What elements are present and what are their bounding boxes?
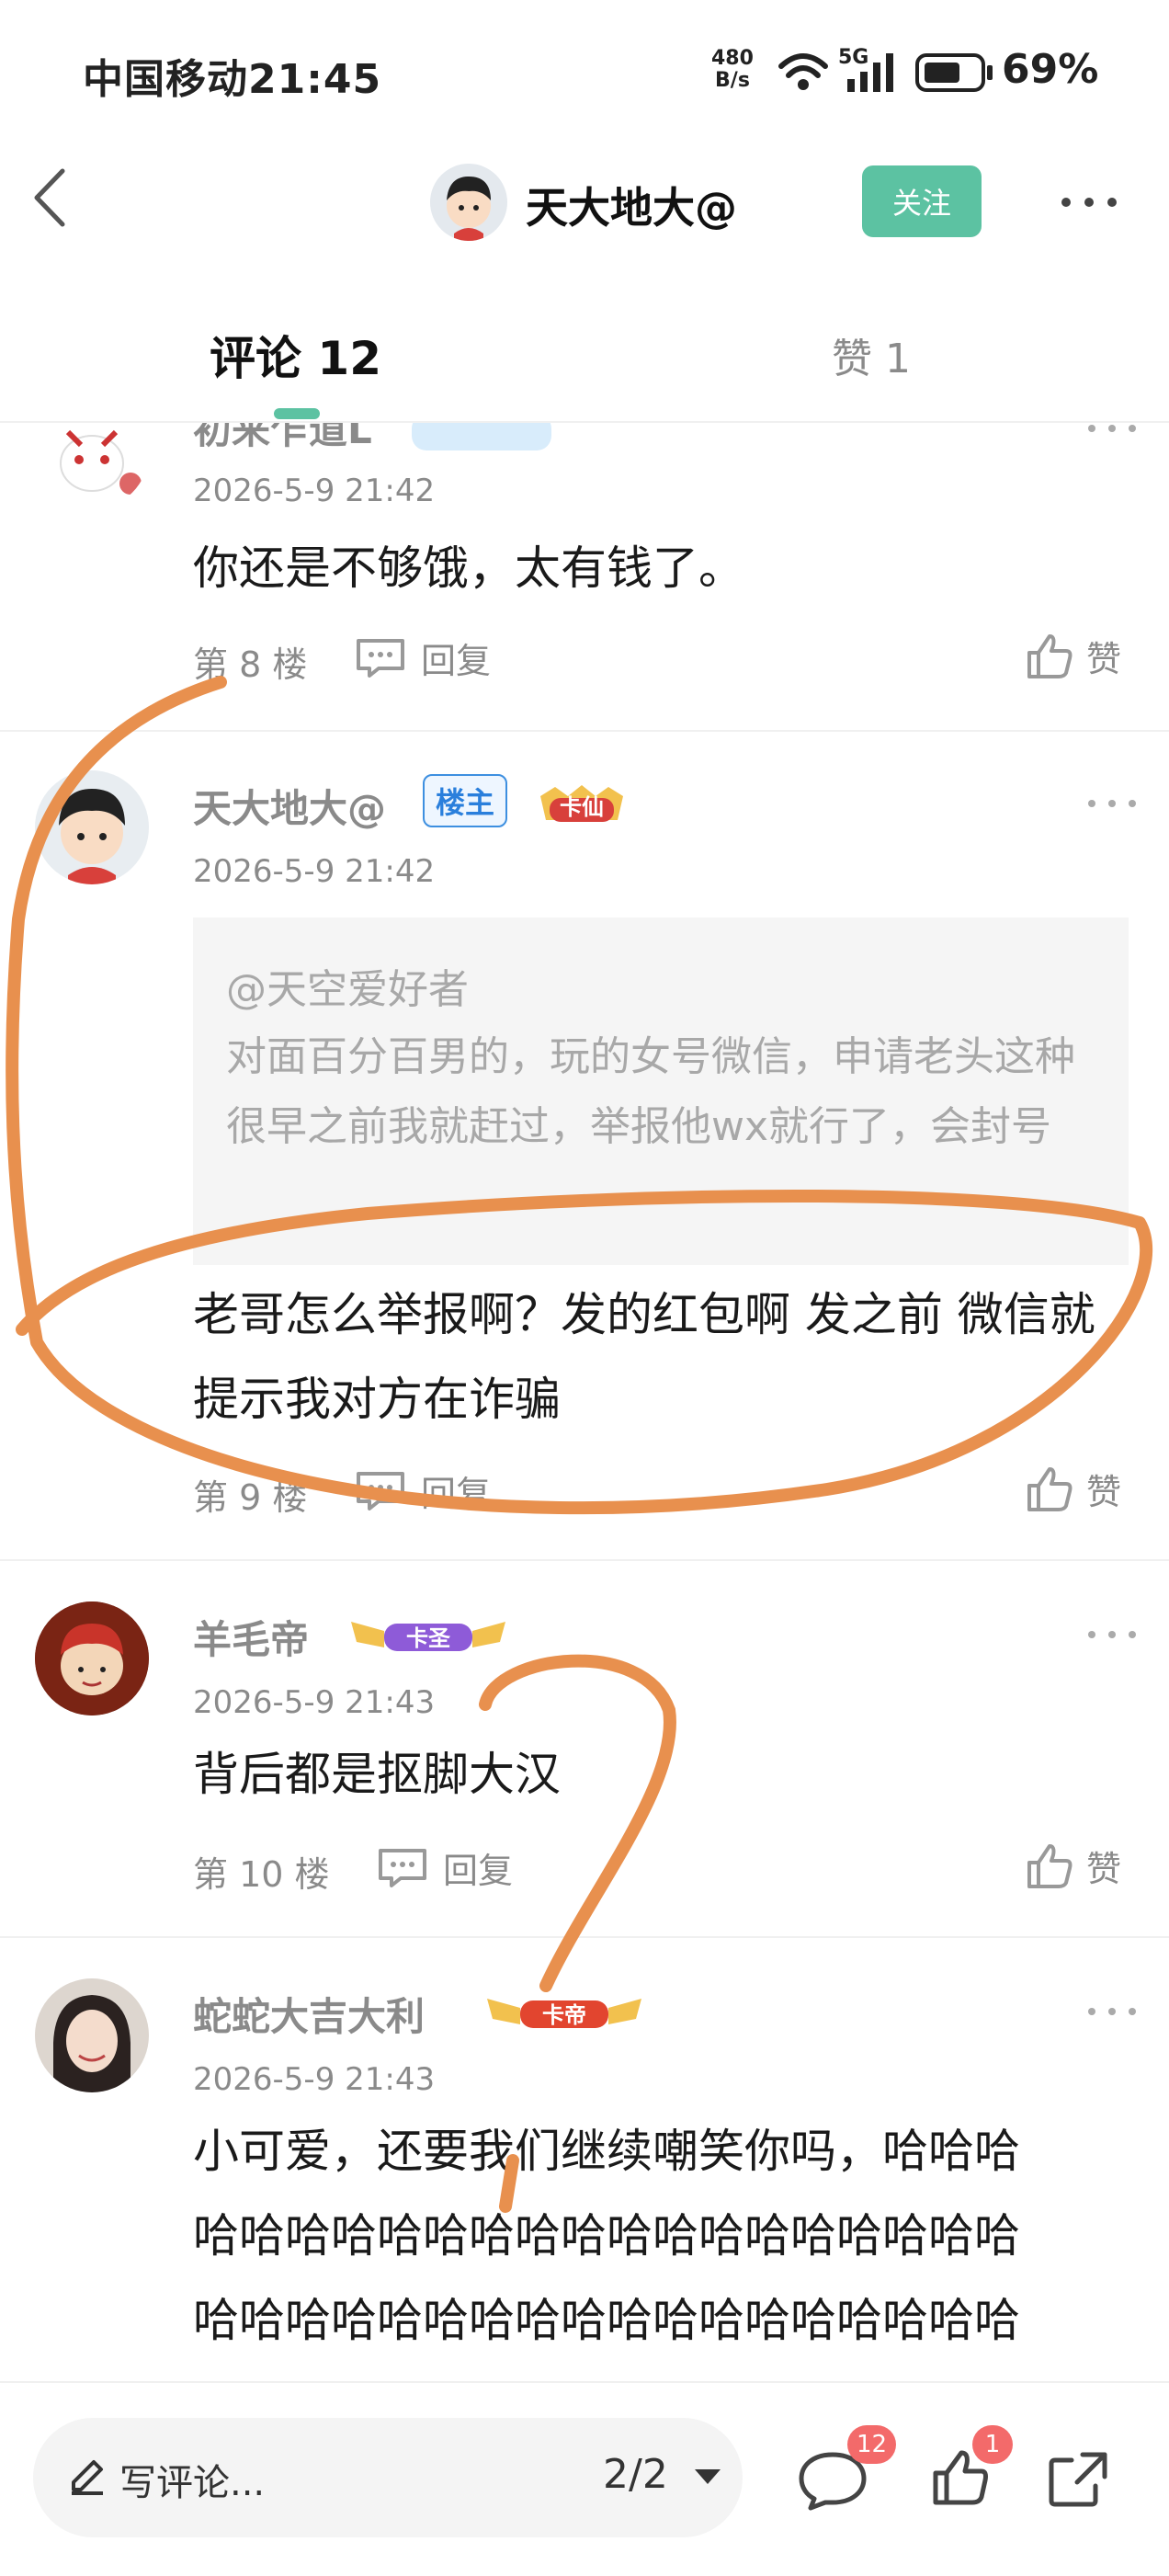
battery-percent: 69% bbox=[1002, 46, 1099, 93]
follow-button[interactable]: 关注 bbox=[862, 165, 982, 237]
share-icon[interactable] bbox=[1046, 2449, 1110, 2510]
signal-icon bbox=[847, 53, 893, 92]
like-button[interactable]: 赞 bbox=[1026, 631, 1121, 681]
reply-label: 回复 bbox=[443, 1851, 514, 1891]
back-arrow-icon[interactable] bbox=[28, 165, 74, 230]
commenter-avatar[interactable] bbox=[35, 1601, 149, 1715]
commenter-avatar[interactable] bbox=[35, 1978, 149, 2092]
cartoon-character-avatar-icon bbox=[60, 429, 142, 495]
commenter-avatar[interactable] bbox=[35, 770, 149, 884]
thumbs-up-icon bbox=[1027, 1466, 1073, 1511]
like-button[interactable]: 赞 bbox=[1026, 1464, 1121, 1514]
comment-more-icon[interactable] bbox=[1084, 423, 1140, 438]
comment-text-line: 哈哈哈哈哈哈哈哈哈哈哈哈哈哈哈哈哈哈 bbox=[193, 2294, 1020, 2347]
more-options-icon[interactable] bbox=[1057, 184, 1121, 221]
thumbs-up-icon bbox=[1027, 1843, 1073, 1888]
commenter-name[interactable]: 蛇蛇大吉大利 bbox=[193, 1986, 425, 2042]
comment-more-icon[interactable] bbox=[1084, 794, 1140, 813]
woman-photo-avatar-icon bbox=[35, 1978, 149, 2092]
comment-text: 老哥怎么举报啊？发的红包啊 发之前 微信就提示我对方在诈骗 bbox=[193, 1288, 1095, 1426]
cartoon-avatar-icon bbox=[430, 164, 507, 241]
comment-divider bbox=[0, 1936, 1169, 1938]
quoted-text: 对面百分百男的，玩的女号微信，申请老头这种很早之前我就赶过，举报他wx就行了，会… bbox=[226, 1033, 1075, 1150]
tab-likes[interactable]: 赞 1 bbox=[832, 325, 911, 384]
comment-text-line: 小可爱，还要我们继续嘲笑你吗，哈哈哈 bbox=[193, 2125, 1020, 2178]
reply-icon bbox=[379, 1848, 426, 1887]
comment-more-icon[interactable] bbox=[1084, 2002, 1140, 2021]
author-name[interactable]: 天大地大@ bbox=[526, 175, 737, 235]
commenter-name[interactable]: 羊毛帝 bbox=[193, 1609, 309, 1665]
comment-time: 2026-5-9 21:43 bbox=[193, 2061, 436, 2098]
floor-number: 第 8 楼 bbox=[193, 644, 308, 685]
level-badge-label: 卡仙 bbox=[560, 793, 604, 820]
status-bar: 中国移动21:45 480 B/s 5G 69% bbox=[0, 0, 1169, 147]
level-badge: 卡圣 bbox=[347, 1614, 509, 1657]
level-badge-label: 卡圣 bbox=[406, 1624, 450, 1651]
doll-avatar-icon bbox=[35, 1601, 149, 1715]
quoted-user[interactable]: @天空爱好者 bbox=[226, 956, 469, 1015]
host-badge: 楼主 bbox=[423, 774, 508, 827]
reply-label: 回复 bbox=[421, 641, 492, 681]
wifi-icon bbox=[778, 53, 828, 90]
comment-text-line: 哈哈哈哈哈哈哈哈哈哈哈哈哈哈哈哈哈哈 bbox=[193, 2209, 1020, 2263]
reply-button[interactable]: 回复 bbox=[355, 633, 491, 683]
carrier-name: 中国移动 bbox=[83, 56, 248, 103]
battery-icon bbox=[915, 53, 993, 92]
level-badge: 卡帝 bbox=[483, 1991, 645, 2034]
floor-number: 第 9 楼 bbox=[193, 1477, 308, 1518]
cartoon-boy-avatar-icon bbox=[35, 770, 149, 884]
net-speed: 480 B/s bbox=[711, 48, 754, 92]
floor-number: 第 10 楼 bbox=[193, 1854, 330, 1895]
pencil-icon bbox=[72, 2460, 103, 2495]
net-speed-value: 480 bbox=[711, 47, 754, 70]
reply-button[interactable]: 回复 bbox=[355, 1465, 491, 1516]
comment-time: 2026-5-9 21:43 bbox=[193, 1684, 436, 1721]
like-button[interactable]: 赞 bbox=[1026, 1841, 1121, 1891]
comment-text-line: 哈哈哈哈哈哈哈哈哈哈哈哈哈哈哈哈哈哈 bbox=[193, 2363, 1149, 2381]
comment-count-badge: 12 bbox=[847, 2425, 897, 2464]
reply-label: 回复 bbox=[421, 1474, 492, 1514]
level-badge: 卡仙 bbox=[533, 783, 630, 826]
page-indicator[interactable]: 2/2 bbox=[603, 2451, 668, 2498]
reply-icon bbox=[357, 1471, 404, 1510]
comment-divider bbox=[0, 1559, 1169, 1561]
comment-more-icon[interactable] bbox=[1084, 1625, 1140, 1644]
tab-active-indicator bbox=[274, 408, 320, 419]
net-speed-unit: B/s bbox=[715, 69, 750, 92]
like-label: 赞 bbox=[1086, 639, 1122, 679]
thumbs-up-icon bbox=[1027, 633, 1073, 678]
comment-item-floor-8: 初来乍道L 2026-5-9 21:42 你还是不够饿，太有钱了。 第 8 楼 … bbox=[0, 423, 1169, 732]
tab-comments[interactable]: 评论 12 bbox=[210, 322, 381, 388]
reply-button[interactable]: 回复 bbox=[377, 1842, 513, 1893]
comment-divider bbox=[0, 730, 1169, 732]
like-count-badge: 1 bbox=[972, 2425, 1013, 2464]
comment-text: 你还是不够饿，太有钱了。 bbox=[193, 541, 744, 595]
status-carrier-time: 中国移动21:45 bbox=[83, 46, 381, 105]
like-label: 赞 bbox=[1086, 1849, 1122, 1889]
reply-icon bbox=[357, 638, 404, 678]
level-badge-label: 卡帝 bbox=[542, 2001, 586, 2028]
clock: 21:45 bbox=[248, 56, 382, 103]
comment-time: 2026-5-9 21:42 bbox=[193, 853, 436, 890]
decorative-badge bbox=[412, 423, 551, 450]
commenter-avatar[interactable] bbox=[35, 423, 149, 509]
commenter-name[interactable]: 初来乍道L bbox=[193, 423, 372, 455]
like-label: 赞 bbox=[1086, 1472, 1122, 1512]
comment-text: 背后都是抠脚大汉 bbox=[193, 1748, 561, 1801]
comment-placeholder[interactable]: 写评论... bbox=[119, 2453, 265, 2506]
commenter-name[interactable]: 天大地大@ bbox=[193, 778, 386, 834]
author-avatar[interactable] bbox=[430, 164, 507, 241]
comment-text-block: 小可爱，还要我们继续嘲笑你吗，哈哈哈 哈哈哈哈哈哈哈哈哈哈哈哈哈哈哈哈哈哈 哈哈… bbox=[193, 2109, 1149, 2381]
dropdown-caret-icon[interactable] bbox=[693, 2468, 722, 2486]
comment-time: 2026-5-9 21:42 bbox=[193, 473, 436, 509]
